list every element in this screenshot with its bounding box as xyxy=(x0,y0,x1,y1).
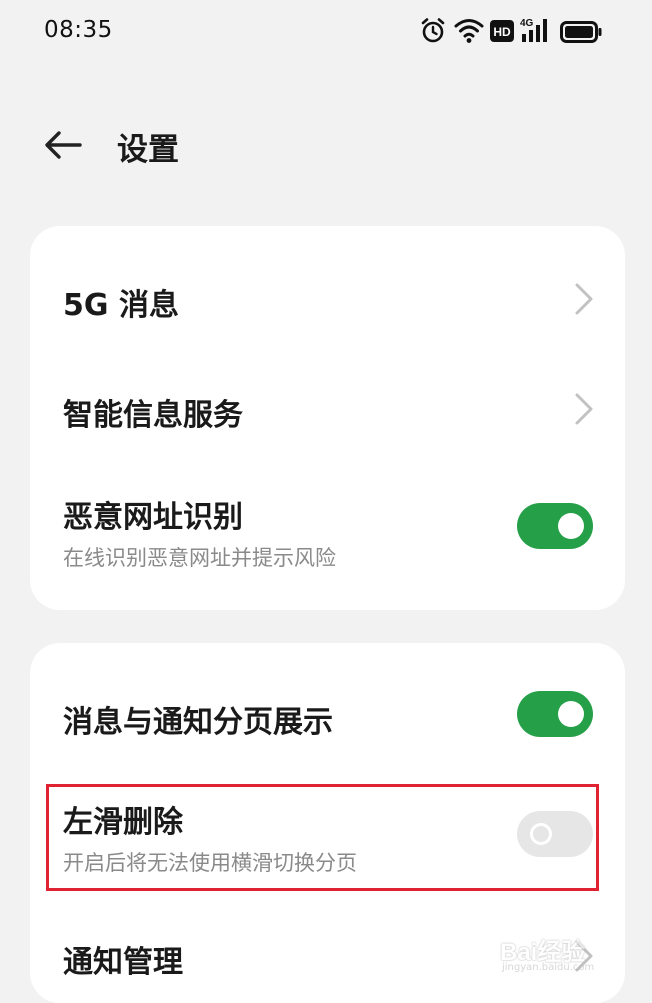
toggle-knob xyxy=(530,823,552,845)
row-subtitle-malicious-url: 在线识别恶意网址并提示风险 xyxy=(63,546,336,570)
paged-display-toggle[interactable] xyxy=(517,691,593,737)
row-smart-info-service[interactable]: 智能信息服务 xyxy=(30,338,625,448)
status-time: 08:35 xyxy=(44,17,113,43)
row-title-5g-messages: 5G 消息 xyxy=(63,288,179,323)
back-button[interactable] xyxy=(38,120,88,170)
row-paged-display[interactable]: 消息与通知分页展示 xyxy=(30,643,625,783)
watermark-url: jingyan.baidu.com xyxy=(502,962,595,973)
toggle-knob xyxy=(558,701,584,727)
settings-card-1: 5G 消息 智能信息服务 恶意网址识别 在线识别恶意网址并提示风险 xyxy=(30,226,625,610)
back-arrow-icon xyxy=(45,131,82,159)
baidu-watermark: Bai经验 jingyan.baidu.com xyxy=(500,928,620,978)
4g-signal-icon: 4G xyxy=(520,16,554,48)
row-malicious-url-detection[interactable]: 恶意网址识别 在线识别恶意网址并提示风险 xyxy=(30,448,625,610)
swipe-left-delete-toggle[interactable] xyxy=(517,811,593,857)
row-title-malicious-url: 恶意网址识别 xyxy=(63,500,243,535)
row-title-swipe-left-delete: 左滑删除 xyxy=(63,805,183,840)
wifi-icon xyxy=(454,18,484,48)
page-title: 设置 xyxy=(117,132,179,168)
row-subtitle-swipe-left-delete: 开启后将无法使用横滑切换分页 xyxy=(63,851,357,875)
hd-label: HD xyxy=(493,25,511,39)
row-title-paged-display: 消息与通知分页展示 xyxy=(63,705,333,740)
chevron-right-icon xyxy=(575,283,593,315)
hd-icon: HD xyxy=(490,20,514,46)
toggle-knob xyxy=(558,513,584,539)
chevron-right-icon xyxy=(575,393,593,425)
header: 设置 xyxy=(0,110,652,180)
alarm-icon xyxy=(420,16,446,50)
row-5g-messages[interactable]: 5G 消息 xyxy=(30,226,625,338)
row-title-notification-management: 通知管理 xyxy=(63,945,183,980)
row-swipe-left-delete[interactable]: 左滑删除 开启后将无法使用横滑切换分页 xyxy=(30,783,625,893)
row-title-smart-info-service: 智能信息服务 xyxy=(63,398,243,433)
malicious-url-toggle[interactable] xyxy=(517,503,593,549)
battery-icon xyxy=(560,21,602,47)
status-bar: 08:35 HD 4G xyxy=(0,0,652,64)
network-label: 4G xyxy=(520,18,534,29)
